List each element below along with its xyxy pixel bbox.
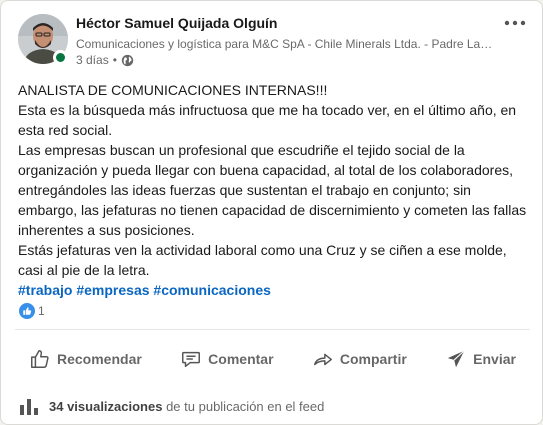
author-name[interactable]: Héctor Samuel Quijada Olguín xyxy=(76,15,277,31)
comment-icon xyxy=(182,351,201,368)
like-button[interactable]: Recomendar xyxy=(15,337,156,381)
post-analytics[interactable]: 34 visualizaciones de tu publicación en … xyxy=(19,397,324,415)
post-paragraph: ANALISTA DE COMUNICACIONES INTERNAS!!! xyxy=(18,82,328,98)
hashtag-link[interactable]: #empresas xyxy=(76,282,149,298)
paper-plane-icon xyxy=(447,350,465,368)
views-text: 34 visualizaciones de tu publicación en … xyxy=(49,399,324,414)
reaction-count: 1 xyxy=(38,304,45,318)
post-meta: 3 días • xyxy=(76,53,134,67)
social-actions-bar: Recomendar Comentar Compartir Enviar xyxy=(15,337,530,381)
thumbs-up-icon xyxy=(31,350,49,368)
share-button-label: Compartir xyxy=(339,351,407,367)
more-horizontal-icon xyxy=(504,20,526,26)
reactions-summary[interactable]: 1 xyxy=(19,303,45,319)
more-options-button[interactable] xyxy=(499,11,531,35)
like-icon xyxy=(19,303,35,319)
post-paragraph: Las empresas buscan un profesional que e… xyxy=(18,142,527,238)
post-body: ANALISTA DE COMUNICACIONES INTERNAS!!! E… xyxy=(18,80,530,300)
share-button[interactable]: Compartir xyxy=(298,337,421,381)
comment-button-label: Comentar xyxy=(208,351,274,367)
post-paragraph: Esta es la búsqueda más infructuosa que … xyxy=(18,102,517,138)
feed-post-card: Héctor Samuel Quijada Olguín Comunicacio… xyxy=(0,0,543,425)
bar-chart-icon xyxy=(20,399,38,415)
hashtag-link[interactable]: #comunicaciones xyxy=(153,282,271,298)
comment-button[interactable]: Comentar xyxy=(166,337,287,381)
hashtag-list: #trabajo #empresas #comunicaciones xyxy=(18,280,530,300)
post-time: 3 días xyxy=(76,53,109,67)
views-count: 34 visualizaciones xyxy=(49,398,163,414)
divider xyxy=(15,329,530,330)
hashtag-link[interactable]: #trabajo xyxy=(18,282,72,298)
send-button[interactable]: Enviar xyxy=(431,337,530,381)
online-status-indicator xyxy=(53,50,68,65)
views-suffix: de tu publicación en el feed xyxy=(166,398,325,414)
share-arrow-icon xyxy=(313,353,332,366)
post-paragraph: Estás jefaturas ven la actividad laboral… xyxy=(18,242,507,278)
like-button-label: Recomendar xyxy=(57,351,142,367)
send-button-label: Enviar xyxy=(473,351,516,367)
globe-icon xyxy=(121,54,134,66)
meta-separator: • xyxy=(112,53,117,67)
author-headline: Comunicaciones y logística para M&C SpA … xyxy=(76,37,496,51)
